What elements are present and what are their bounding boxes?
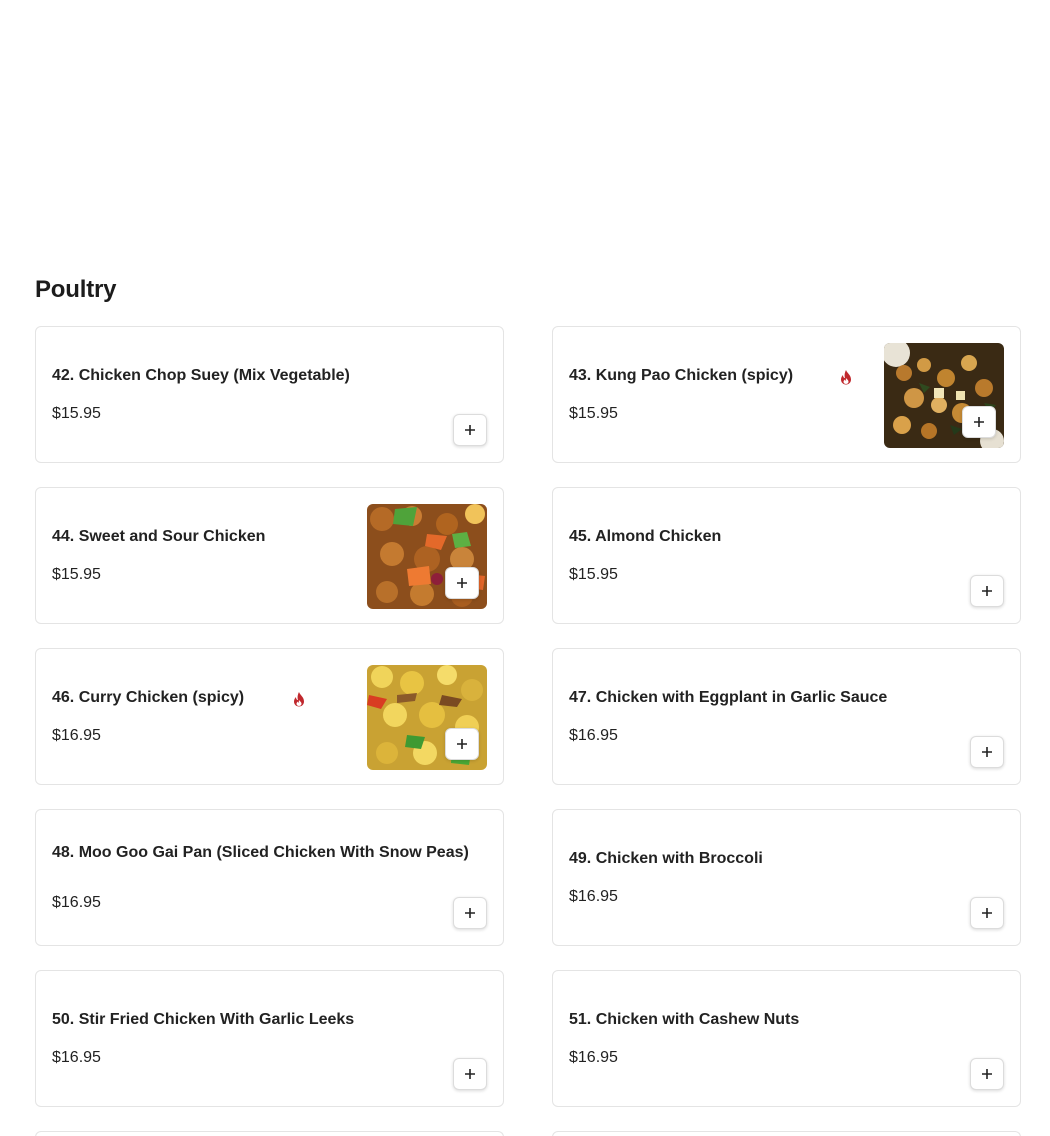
add-to-cart-button[interactable]: [453, 897, 487, 929]
plus-icon: [465, 425, 475, 435]
plus-icon: [457, 739, 467, 749]
item-name: 48. Moo Goo Gai Pan (Sliced Chicken With…: [52, 843, 469, 861]
menu-item-card[interactable]: 47. Chicken with Eggplant in Garlic Sauc…: [552, 648, 1021, 785]
section-title: Poultry: [35, 276, 117, 303]
add-to-cart-button[interactable]: [970, 897, 1004, 929]
add-to-cart-button[interactable]: [970, 575, 1004, 607]
item-name: 47. Chicken with Eggplant in Garlic Sauc…: [569, 688, 888, 706]
add-to-cart-button[interactable]: [453, 1058, 487, 1090]
item-price: $16.95: [569, 1048, 618, 1066]
item-price: $16.95: [52, 893, 101, 911]
plus-icon: [982, 586, 992, 596]
item-price: $16.95: [52, 726, 101, 744]
plus-icon: [457, 578, 467, 588]
menu-item-card[interactable]: 49. Chicken with Broccoli $16.95: [552, 809, 1021, 946]
add-to-cart-button[interactable]: [445, 567, 479, 599]
item-name: 50. Stir Fried Chicken With Garlic Leeks: [52, 1010, 355, 1028]
menu-item-card[interactable]: 51. Chicken with Cashew Nuts $16.95: [552, 970, 1021, 1107]
item-price: $15.95: [52, 565, 101, 583]
menu-item-card[interactable]: 46. Curry Chicken (spicy) $16.95: [35, 648, 504, 785]
item-price: $15.95: [52, 404, 101, 422]
plus-icon: [465, 1069, 475, 1079]
plus-icon: [974, 417, 984, 427]
item-price: $15.95: [569, 565, 618, 583]
menu-item-card[interactable]: 42. Chicken Chop Suey (Mix Vegetable) $1…: [35, 326, 504, 463]
item-name: 42. Chicken Chop Suey (Mix Vegetable): [52, 366, 350, 384]
item-price: $16.95: [52, 1048, 101, 1066]
flame-icon: [294, 692, 304, 707]
plus-icon: [982, 1069, 992, 1079]
menu-page: Poultry 42. Chicken Chop Suey (Mix Veget…: [0, 0, 1050, 1136]
item-price: $15.95: [569, 404, 618, 422]
add-to-cart-button[interactable]: [962, 406, 996, 438]
menu-item-card[interactable]: 43. Kung Pao Chicken (spicy) $15.95: [552, 326, 1021, 463]
add-to-cart-button[interactable]: [970, 736, 1004, 768]
item-name: 45. Almond Chicken: [569, 527, 722, 545]
item-name: 43. Kung Pao Chicken (spicy): [569, 366, 794, 384]
add-to-cart-button[interactable]: [970, 1058, 1004, 1090]
item-name: 51. Chicken with Cashew Nuts: [569, 1010, 800, 1028]
item-name: 49. Chicken with Broccoli: [569, 849, 763, 867]
add-to-cart-button[interactable]: [445, 728, 479, 760]
menu-item-card[interactable]: 45. Almond Chicken $15.95: [552, 487, 1021, 624]
plus-icon: [982, 747, 992, 757]
menu-item-card[interactable]: 50. Stir Fried Chicken With Garlic Leeks…: [35, 970, 504, 1107]
menu-item-card[interactable]: 48. Moo Goo Gai Pan (Sliced Chicken With…: [35, 809, 504, 946]
item-name: 46. Curry Chicken (spicy): [52, 688, 245, 706]
add-to-cart-button[interactable]: [453, 414, 487, 446]
flame-icon: [841, 370, 851, 385]
item-price: $16.95: [569, 887, 618, 905]
plus-icon: [465, 908, 475, 918]
plus-icon: [982, 908, 992, 918]
item-price: $16.95: [569, 726, 618, 744]
menu-grid: 42. Chicken Chop Suey (Mix Vegetable) $1…: [35, 326, 1021, 1136]
menu-item-card[interactable]: 44. Sweet and Sour Chicken $15.95: [35, 487, 504, 624]
menu-item-card[interactable]: [552, 1131, 1021, 1136]
item-name: 44. Sweet and Sour Chicken: [52, 527, 266, 545]
menu-item-card[interactable]: [35, 1131, 504, 1136]
